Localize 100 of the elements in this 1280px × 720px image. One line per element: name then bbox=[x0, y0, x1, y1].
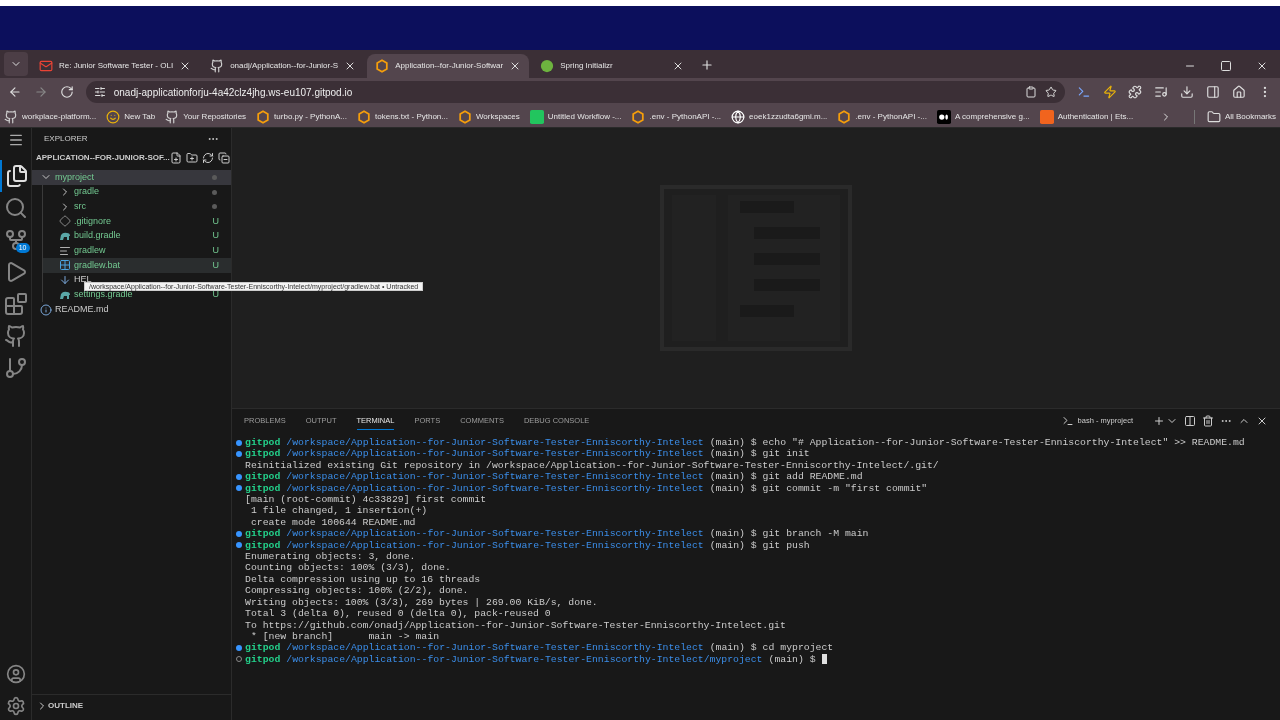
bookmark[interactable]: eoek1zzudta6gmi.m... bbox=[731, 109, 828, 124]
status-letter: U bbox=[212, 258, 219, 272]
status-letter: U bbox=[212, 229, 219, 243]
all-bookmarks[interactable]: All Bookmarks bbox=[1224, 110, 1276, 123]
terminal-command: (main) $ echo "# Application--for-Junior-Software-Tester-Enniscorthy-Intelect" >> README.md bbox=[709, 437, 1245, 449]
bookmark-title: New Tab bbox=[124, 110, 156, 123]
outline-section[interactable]: OUTLINE bbox=[48, 699, 84, 712]
clipboard-icon[interactable] bbox=[1024, 86, 1037, 98]
diamond-icon bbox=[59, 215, 71, 228]
bookmark[interactable]: .env - PythonAPI -... bbox=[631, 109, 722, 124]
terminal-output: Compressing objects: 100% (2/2), done. bbox=[245, 585, 469, 597]
app-icon bbox=[529, 109, 544, 124]
github-icon bbox=[165, 109, 180, 124]
terminal-user: gitpod bbox=[245, 653, 281, 666]
bookmark[interactable]: Authentication | Ets... bbox=[1039, 109, 1134, 124]
terminal-command: (main) $ cd myproject bbox=[709, 642, 834, 654]
bookmark-title: Workspaces bbox=[475, 110, 520, 123]
download-icon bbox=[59, 274, 71, 287]
browser-tab[interactable]: onadj/Application--for-Junior-S bbox=[202, 54, 365, 78]
lines-icon bbox=[59, 244, 71, 257]
new-folder-icon[interactable] bbox=[185, 152, 198, 164]
terminal-output: To https://github.com/onadj/Application--for-Junior-Software-Tester-Enniscorthy-Intelect.git bbox=[245, 619, 786, 631]
folder-row[interactable]: gradle bbox=[43, 184, 231, 200]
settings-icon[interactable] bbox=[5, 696, 26, 716]
address-bar[interactable]: onadj-applicationforju-4a42clz4jhg.ws-eu107.gitpod.io bbox=[85, 81, 1065, 103]
collapse-all-icon[interactable] bbox=[217, 152, 230, 164]
file-name: HEL bbox=[74, 273, 92, 285]
terminal-user: gitpod bbox=[245, 482, 281, 495]
github-icon bbox=[4, 109, 18, 124]
status-letter: U bbox=[212, 289, 219, 302]
bookmark[interactable]: workplace-platform... bbox=[4, 109, 97, 124]
bookmark-title: .env - PythonAPI -... bbox=[649, 110, 722, 123]
file-row[interactable]: build.gradle U bbox=[43, 228, 231, 244]
globe-icon bbox=[731, 109, 746, 124]
file-row[interactable]: .gitignore U bbox=[43, 214, 231, 229]
terminal-output: * [new branch] main -> main bbox=[249, 630, 439, 642]
forward-icon[interactable] bbox=[33, 85, 48, 99]
close-icon[interactable] bbox=[1256, 415, 1268, 427]
extensions-icon bbox=[3, 292, 28, 316]
terminal-output: Writing objects: 100% (3/3), 269 bytes | 269.00 KiB/s, done. bbox=[245, 596, 598, 608]
split-icon[interactable] bbox=[1184, 415, 1196, 427]
new-tab-icon[interactable] bbox=[700, 58, 715, 72]
restore-icon[interactable] bbox=[1220, 60, 1232, 72]
terminal-path: /workspace/Application--for-Junior-Software-Tester-Enniscorthy-Intelect/myproject bbox=[286, 653, 763, 666]
bookmark[interactable]: A comprehensive g... bbox=[936, 109, 1030, 124]
menu-icon[interactable] bbox=[7, 132, 24, 148]
file-name: src bbox=[74, 199, 86, 213]
file-row[interactable]: gradlew U bbox=[43, 243, 231, 259]
bookmark[interactable]: turbo.py - PythonA... bbox=[256, 109, 348, 124]
close-icon[interactable] bbox=[1256, 60, 1268, 72]
terminal-path: /workspace/Application--for-Junior-Software-Tester-Enniscorthy-Intelect bbox=[286, 437, 704, 449]
bookmark[interactable]: Workspaces bbox=[457, 109, 520, 124]
file-row[interactable]: gradlew.bat U bbox=[43, 258, 231, 273]
extensions-icon[interactable] bbox=[1128, 85, 1143, 99]
terminal-output: Delta compression using up to 16 threads bbox=[245, 573, 481, 585]
file-row[interactable]: README.md bbox=[32, 302, 231, 317]
bookmark[interactable]: New Tab bbox=[106, 109, 156, 124]
star-icon[interactable] bbox=[1044, 86, 1057, 98]
status-letter: U bbox=[212, 214, 219, 228]
account-icon[interactable] bbox=[5, 664, 26, 684]
bookmark[interactable]: Untitled Workflow -... bbox=[529, 109, 622, 124]
terminal-output: Total 3 (delta 0), reused 0 (delta 0), pack-reused 0 bbox=[245, 608, 551, 620]
folder-row[interactable]: myproject bbox=[32, 170, 231, 185]
tab-title: onadj/Application--for-Junior-S bbox=[230, 60, 339, 72]
terminal-user: gitpod bbox=[245, 448, 281, 460]
lightning-icon[interactable] bbox=[1102, 85, 1117, 99]
new-file-icon[interactable] bbox=[169, 152, 182, 164]
browser-tab[interactable]: Spring Initializr bbox=[532, 54, 693, 78]
side-panel-icon[interactable] bbox=[1206, 85, 1221, 99]
file-name: gradlew bbox=[74, 244, 106, 258]
reload-icon[interactable] bbox=[59, 85, 74, 99]
bookmark[interactable]: .env - PythonAPI -... bbox=[837, 109, 927, 124]
bookmark-title: turbo.py - PythonA... bbox=[274, 110, 348, 123]
terminal-user: gitpod bbox=[245, 642, 281, 654]
tab-list-button[interactable] bbox=[4, 52, 28, 76]
terminal-output: Counting objects: 100% (3/3), done. bbox=[245, 562, 451, 574]
bookmark[interactable]: Your Repositories bbox=[165, 109, 247, 124]
browser-tab[interactable]: Re: Junior Software Tester - OLI bbox=[31, 54, 200, 78]
refresh-icon[interactable] bbox=[201, 152, 214, 164]
browser-tab[interactable]: Application--for-Junior-Softwar bbox=[367, 54, 530, 78]
download-icon[interactable] bbox=[1180, 85, 1195, 99]
trash-icon[interactable] bbox=[1202, 415, 1214, 427]
search-icon bbox=[3, 196, 28, 220]
app-icon bbox=[1039, 109, 1054, 124]
terminal-user: gitpod bbox=[245, 437, 281, 449]
terminal-icon bbox=[1061, 415, 1074, 427]
bookmark[interactable]: tokens.txt - Python... bbox=[357, 109, 448, 124]
status-letter: U bbox=[212, 244, 219, 258]
github-icon bbox=[210, 59, 225, 73]
url-text: onadj-applicationforju-4a42clz4jhg.ws-eu107.gitpod.io bbox=[113, 85, 354, 100]
dots-icon bbox=[936, 109, 951, 124]
media-icon[interactable] bbox=[1154, 85, 1169, 99]
mail-icon bbox=[39, 59, 53, 73]
new-terminal-icon[interactable] bbox=[1153, 415, 1165, 427]
info-icon bbox=[40, 303, 52, 316]
back-icon[interactable] bbox=[8, 85, 22, 99]
windows-icon bbox=[59, 259, 71, 272]
folder-row[interactable]: src bbox=[43, 199, 231, 215]
workspace-title[interactable]: APPLICATION--FOR-JUNIOR-SOF... bbox=[36, 152, 170, 164]
terminal-command: (main) $ git init bbox=[709, 448, 810, 460]
